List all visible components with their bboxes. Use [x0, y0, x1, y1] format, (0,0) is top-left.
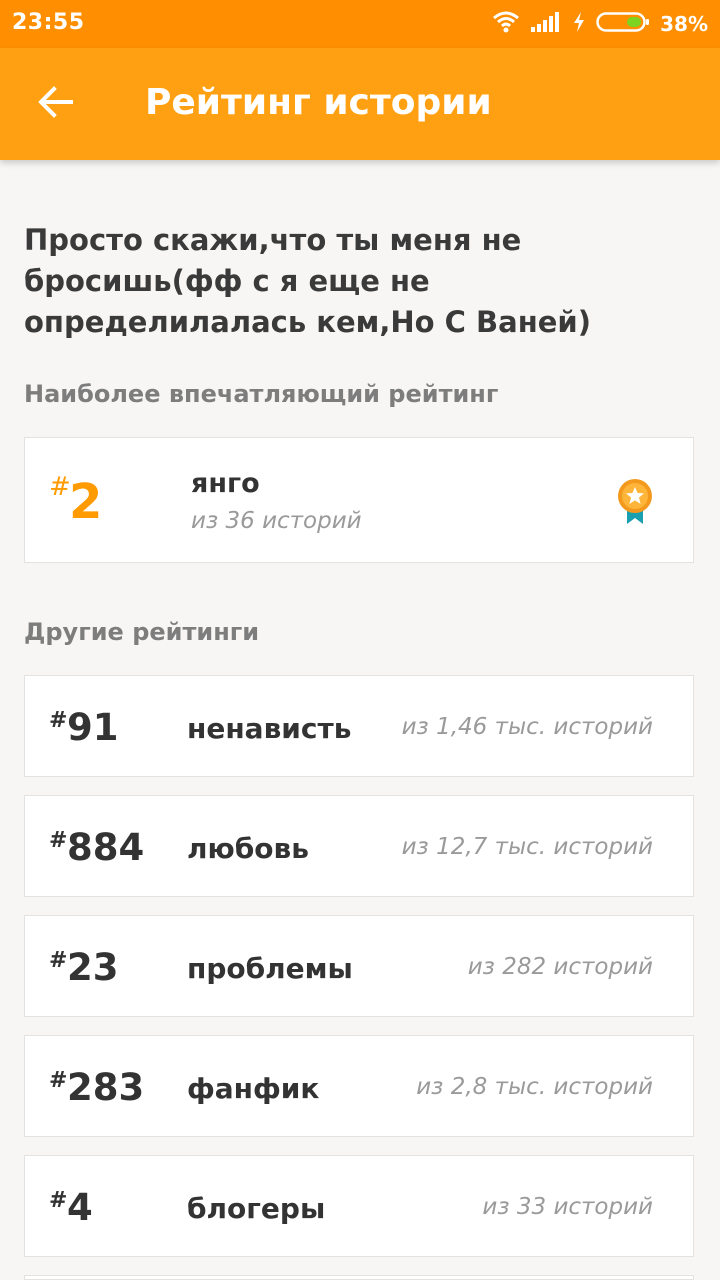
rank-tag: любовь: [187, 832, 309, 865]
rank-tag: блогеры: [187, 1192, 326, 1225]
rank-count: из 33 историй: [482, 1194, 653, 1220]
rank-number: 91: [67, 706, 119, 749]
signal-icon: [530, 11, 562, 37]
rank-count: из 282 историй: [467, 954, 653, 980]
rank-hash: #: [49, 1068, 68, 1093]
rank-number: 4: [67, 1186, 93, 1229]
section-label-other: Другие рейтинги: [24, 618, 260, 646]
ranking-card[interactable]: # 91 ненависть из 1,46 тыс. историй: [24, 675, 694, 777]
rank-number: 283: [67, 1066, 145, 1109]
status-bar: 23:55 38%: [0, 0, 720, 48]
rank-hash: #: [49, 948, 68, 973]
page-title: Рейтинг истории: [145, 82, 492, 123]
best-ranking-card[interactable]: # 2 янго из 36 историй: [24, 437, 694, 563]
status-icons: 38%: [492, 10, 708, 38]
rank-count: из 12,7 тыс. историй: [401, 834, 653, 860]
rank-number: 23: [67, 946, 119, 989]
rank-count: из 1,46 тыс. историй: [401, 714, 653, 740]
rank-count: из 36 историй: [191, 508, 362, 534]
rank-tag: ненависть: [187, 712, 352, 745]
ranking-card[interactable]: # 4 блогеры из 33 историй: [24, 1155, 694, 1257]
back-button[interactable]: [24, 76, 88, 132]
rank-number: 884: [67, 826, 145, 869]
ranking-card-partial[interactable]: [24, 1275, 694, 1280]
rank-hash: #: [49, 828, 68, 853]
ranking-card[interactable]: # 884 любовь из 12,7 тыс. историй: [24, 795, 694, 897]
charging-icon: [572, 11, 586, 37]
rank-tag: проблемы: [187, 952, 353, 985]
rank-hash: #: [49, 1188, 68, 1213]
ranking-card[interactable]: # 23 проблемы из 282 историй: [24, 915, 694, 1017]
rank-hash: #: [49, 472, 71, 502]
rank-tag: янго: [191, 468, 260, 499]
rank-number: 2: [69, 474, 103, 530]
wifi-icon: [492, 11, 520, 37]
app-bar: Рейтинг истории: [0, 48, 720, 160]
battery-percent: 38%: [660, 12, 708, 36]
rank-hash: #: [49, 708, 68, 733]
story-title: Просто скажи,что ты меня не бросишь(фф с…: [24, 223, 591, 339]
ranking-card[interactable]: # 283 фанфик из 2,8 тыс. историй: [24, 1035, 694, 1137]
rank-count: из 2,8 тыс. историй: [416, 1074, 653, 1100]
section-label-best: Наиболее впечатляющий рейтинг: [24, 380, 499, 408]
award-badge-icon: [617, 478, 653, 526]
status-time: 23:55: [12, 10, 85, 35]
arrow-left-icon: [38, 86, 74, 122]
battery-icon: [596, 11, 650, 37]
rank-tag: фанфик: [187, 1072, 320, 1105]
